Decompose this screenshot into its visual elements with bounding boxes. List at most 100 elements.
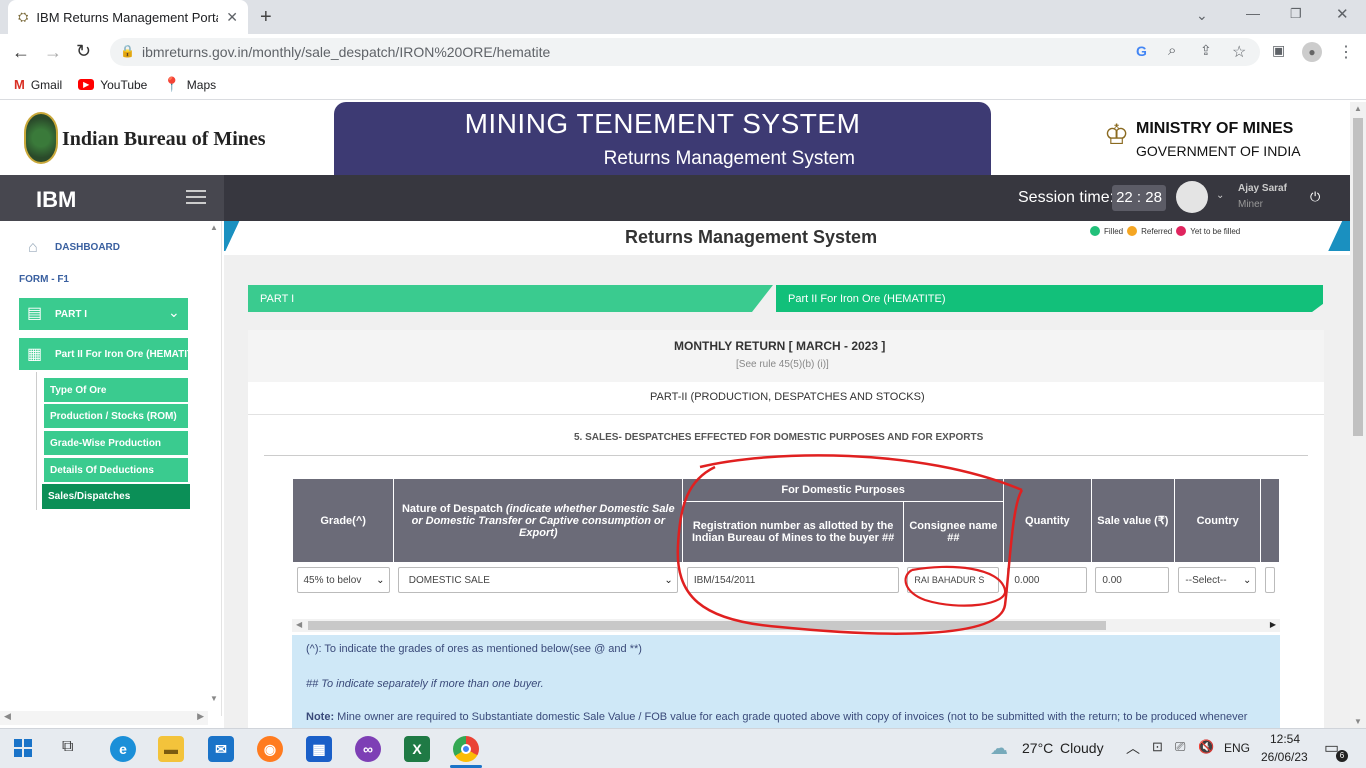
bookmark-gmail[interactable]: M Gmail [14,77,62,92]
store-icon[interactable]: ▦ [306,736,332,762]
weather-condition[interactable]: Cloudy [1060,740,1104,756]
referred-dot-icon [1127,226,1138,236]
briefcase-icon: ▦ [27,346,43,363]
star-icon[interactable]: ☆ [1232,42,1246,62]
note-substantiate: Note: Mine owner are required to Substan… [306,711,1248,723]
maximize-icon[interactable]: ❐ [1290,6,1302,22]
lock-icon[interactable]: 🔒 [120,44,135,58]
windows-start-icon[interactable] [14,739,32,757]
yet-to-fill-dot-icon [1176,226,1187,236]
google-icon[interactable]: G [1136,43,1147,59]
session-timer: 22 : 28 [1112,185,1166,211]
file-explorer-icon[interactable]: ▬ [158,736,184,762]
excel-icon[interactable]: X [404,736,430,762]
gmail-icon: M [14,77,25,92]
filled-dot-icon [1090,226,1100,236]
url-field[interactable]: ibmreturns.gov.in/monthly/sale_despatch/… [110,38,1260,66]
subitem-production-stocks[interactable]: Production / Stocks (ROM) [44,404,188,428]
minimize-icon[interactable]: — [1246,5,1260,21]
profile-icon[interactable]: ● [1302,42,1322,62]
chevron-down-icon[interactable]: ⌄ [1196,7,1208,24]
purple-app-icon[interactable]: ∞ [355,736,381,762]
tray-chevron-up-icon[interactable]: ︿ [1126,738,1140,758]
sidebar-dashboard[interactable]: DASHBOARD [55,242,120,253]
scroll-down-arrow-icon[interactable]: ▼ [210,694,218,703]
browser-tab[interactable]: ⛭ IBM Returns Management Portal ✕ [8,0,248,34]
sidebar-hscroll[interactable]: ◀ ▶ [0,711,208,725]
return-rule: [See rule 45(5)(b) (i)] [736,359,829,370]
subitem-sales-dispatches[interactable]: Sales/Dispatches [42,484,190,509]
document-icon: ▤ [27,305,43,322]
banner-subtitle: Returns Management System [603,148,855,169]
tab-part2[interactable]: Part II For Iron Ore (HEMATITE) [776,285,1323,312]
bookmark-youtube[interactable]: ▶ YouTube [78,78,147,92]
user-avatar[interactable] [1176,181,1208,213]
ministry-line1: MINISTRY OF MINES [1136,120,1294,137]
chevron-down-icon[interactable]: ⌄ [168,304,180,321]
page-scrollbar[interactable]: ▲ ▼ [1350,102,1366,728]
user-dropdown-icon[interactable]: ⌄ [1216,190,1224,201]
zoom-icon[interactable]: ⌕ [1168,42,1176,59]
right-accent-stripe [1320,221,1350,251]
tab-part1[interactable]: PART I [248,285,773,312]
section-heading: 5. SALES- DESPATCHES EFFECTED FOR DOMEST… [574,432,984,443]
sale-value-field[interactable]: 0.00 [1095,567,1170,593]
new-tab-icon[interactable]: + [260,6,272,29]
task-view-icon[interactable]: ⧉ [62,738,73,756]
subitem-deductions[interactable]: Details Of Deductions [44,458,188,482]
col-country-header: Country [1173,478,1262,563]
sidebar-scrollbar[interactable]: ▲ [208,223,220,708]
notification-count: 6 [1336,750,1348,762]
volume-muted-icon[interactable]: 🔇 [1198,739,1214,755]
sidebar-form-label: FORM - F1 [19,274,69,285]
banner-title: MINING TENEMENT SYSTEM [464,108,861,139]
col-sale-value-header: Sale value (₹) [1090,478,1175,563]
tray-app-icon[interactable]: ⊡ [1152,739,1163,755]
col-nature-header: Nature of Despatch (indicate whether Dom… [393,478,684,563]
clock-time[interactable]: 12:54 [1270,732,1300,746]
sidebar-item-part1[interactable]: PART I [19,298,188,330]
red-annotation-circle [676,454,1024,635]
weather-temp[interactable]: 27°C [1022,740,1053,756]
tab-title: IBM Returns Management Portal [36,9,219,25]
firefox-icon[interactable]: ◉ [257,736,283,762]
col-more-header [1260,478,1280,563]
subitem-grade-wise[interactable]: Grade-Wise Production [44,431,188,455]
nature-select[interactable]: DOMESTIC SALE ⌄ [397,567,678,593]
mail-icon[interactable]: ✉ [208,736,234,762]
clock-date[interactable]: 26/06/23 [1261,750,1308,764]
return-title: MONTHLY RETURN [ MARCH - 2023 ] [674,339,886,353]
status-legend: Filled Referred Yet to be filled [1090,226,1240,236]
home-icon: ⌂ [28,239,38,256]
bookmark-maps[interactable]: 📍 Maps [163,76,216,93]
grade-select[interactable]: 45% to belov ⌄ [296,567,390,593]
note-buyers: ## To indicate separately if more than o… [306,678,544,690]
note-grades: (^): To indicate the grades of ores as m… [306,643,642,655]
sidepanel-icon[interactable]: ▣ [1272,42,1285,59]
edge-icon[interactable]: e [110,736,136,762]
menu-kebab-icon[interactable]: ⋮ [1338,42,1354,62]
close-tab-icon[interactable]: ✕ [226,9,238,26]
url-text: ibmreturns.gov.in/monthly/sale_despatch/… [142,44,551,60]
country-select[interactable]: --Select-- ⌄ [1178,567,1257,593]
cloud-icon: ☁ [990,738,1008,758]
sidebar-item-part2[interactable]: Part II For Iron Ore (HEMATITE) [19,338,188,370]
bookmarks-bar: M Gmail ▶ YouTube 📍 Maps [0,70,1366,100]
subitem-type-of-ore[interactable]: Type Of Ore [44,378,188,402]
power-logout-icon[interactable]: ⏻ [1310,189,1320,205]
submenu-guide-line [36,372,37,510]
network-icon[interactable]: ⎚ [1175,739,1185,755]
page-scroll-thumb[interactable] [1353,118,1363,436]
hamburger-icon[interactable] [186,190,206,204]
share-icon[interactable]: ⇪ [1200,42,1212,59]
maps-pin-icon: 📍 [163,76,181,92]
reload-icon[interactable]: ↻ [76,41,91,62]
cut-off-field[interactable] [1264,567,1275,593]
banner-title-block: MINING TENEMENT SYSTEM Returns Managemen… [334,102,991,175]
chrome-icon[interactable] [453,736,479,762]
close-window-icon[interactable]: ✕ [1336,5,1349,23]
forward-icon[interactable]: → [44,42,62,63]
page-title: Returns Management System [625,227,878,247]
back-icon[interactable]: ← [12,42,30,63]
language-indicator[interactable]: ENG [1224,741,1250,755]
